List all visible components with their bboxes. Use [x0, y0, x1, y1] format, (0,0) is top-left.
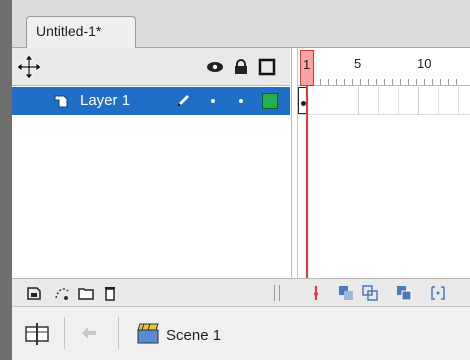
- scene-clapper-icon: [137, 323, 159, 344]
- layer-page-icon: [54, 95, 68, 108]
- document-tab-bar: Untitled-1*: [12, 0, 470, 48]
- timeline-footer: [12, 278, 470, 306]
- visibility-dot[interactable]: [211, 99, 215, 103]
- trash-icon[interactable]: [102, 285, 118, 301]
- lock-icon[interactable]: [232, 58, 250, 76]
- scene-label[interactable]: Scene 1: [166, 327, 221, 344]
- scene-bar: Scene 1: [12, 306, 470, 360]
- frame-ruler[interactable]: 5 10: [298, 48, 470, 86]
- onion-skin-outlines-icon[interactable]: [362, 285, 378, 301]
- layer-color-swatch[interactable]: [262, 93, 278, 109]
- onion-skin-icon[interactable]: [338, 285, 354, 301]
- modify-onion-markers-icon[interactable]: [430, 285, 446, 301]
- document-tab-title: Untitled-1*: [36, 23, 102, 39]
- playhead-line: [306, 86, 308, 278]
- timeline-toggle-icon[interactable]: [24, 321, 50, 347]
- pencil-icon: [177, 95, 189, 107]
- eye-icon[interactable]: [206, 58, 224, 76]
- ruler-label-10: 10: [417, 56, 432, 71]
- new-layer-icon[interactable]: [26, 285, 42, 301]
- playhead[interactable]: 1: [300, 50, 314, 86]
- edit-multiple-frames-icon[interactable]: [396, 285, 412, 301]
- left-panel-edge: [0, 0, 12, 360]
- back-arrow-icon[interactable]: [80, 325, 98, 341]
- timeline-header: [12, 48, 290, 86]
- lock-dot[interactable]: [239, 99, 243, 103]
- document-tab[interactable]: Untitled-1*: [26, 16, 136, 48]
- ruler-label-5: 5: [354, 56, 362, 71]
- folder-icon[interactable]: [78, 285, 94, 301]
- center-frame-icon[interactable]: [308, 285, 324, 301]
- resize-grip[interactable]: [274, 285, 280, 301]
- motion-guide-icon[interactable]: [54, 285, 70, 301]
- outline-square-icon[interactable]: [258, 58, 276, 76]
- layer-name: Layer 1: [80, 92, 131, 109]
- timeline-panel: 5 10 1 Layer 1: [12, 48, 470, 278]
- playhead-frame-number: 1: [303, 57, 311, 72]
- layer-frames-row[interactable]: [298, 87, 470, 115]
- timeline-divider: [291, 48, 292, 278]
- layer-row[interactable]: Layer 1: [12, 87, 290, 115]
- move-cross-icon[interactable]: [16, 54, 42, 80]
